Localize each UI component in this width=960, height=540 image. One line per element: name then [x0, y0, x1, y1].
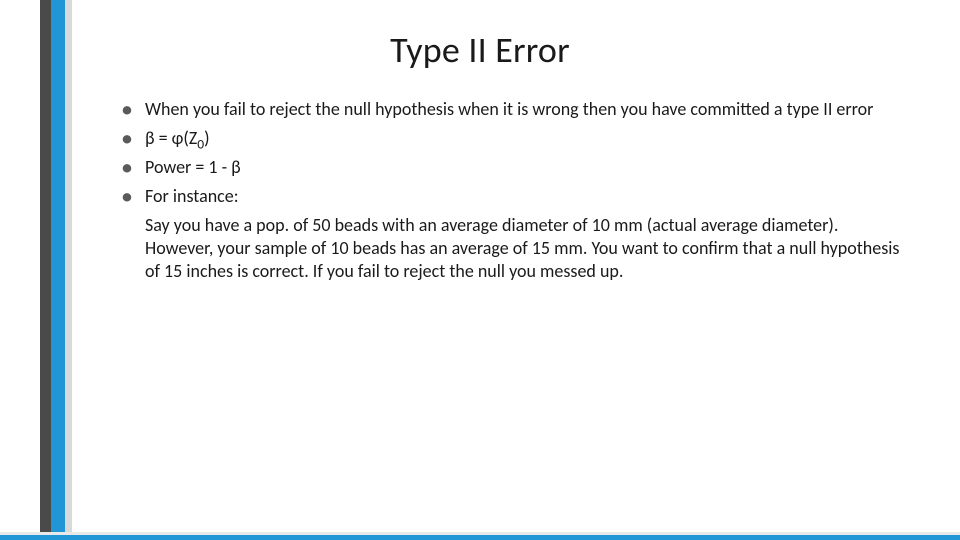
bullet-item-2: β = φ(Z0) — [115, 127, 905, 150]
slide-title: Type II Error — [0, 28, 960, 72]
bullet-item-4: For instance: — [115, 185, 905, 208]
stripe-lightgrey — [65, 0, 72, 540]
left-accent-bar — [40, 0, 72, 540]
example-paragraph: Say you have a pop. of 50 beads with an … — [145, 214, 905, 283]
bullet-item-1: When you fail to reject the null hypothe… — [115, 98, 905, 121]
bullet-list: When you fail to reject the null hypothe… — [115, 98, 905, 208]
bullet-2-post: ) — [204, 127, 209, 149]
bottom-stripe-blue — [0, 535, 960, 540]
stripe-blue — [51, 0, 65, 540]
bullet-2-pre: β = φ(Z — [145, 127, 197, 149]
stripe-dark — [40, 0, 51, 540]
slide: Type II Error When you fail to reject th… — [0, 0, 960, 540]
bullet-item-3: Power = 1 - β — [115, 156, 905, 179]
bottom-accent-bar — [0, 532, 960, 540]
slide-body: When you fail to reject the null hypothe… — [115, 98, 905, 283]
